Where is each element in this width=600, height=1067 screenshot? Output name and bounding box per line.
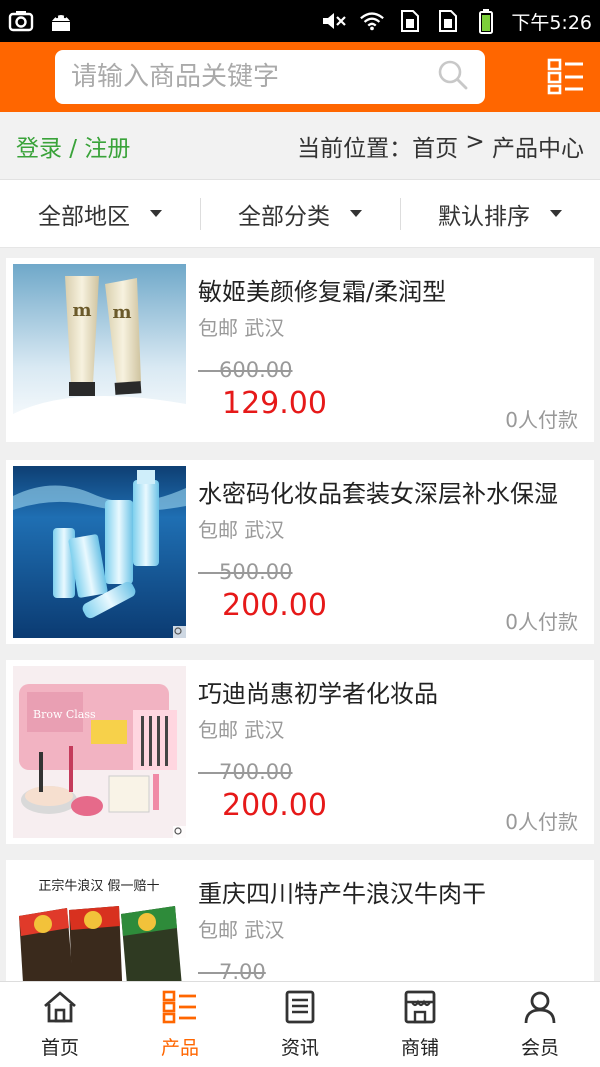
product-card[interactable]: 正宗牛浪汉 假一赔十 重庆四川特产牛浪汉牛肉干 包邮 武汉 —7.00 xyxy=(6,860,594,981)
sale-price: 200.00 xyxy=(222,588,327,623)
sale-price: 200.00 xyxy=(222,788,327,823)
breadcrumb-current: 产品中心 xyxy=(492,135,584,162)
brow-class-label: Brow Class xyxy=(33,708,96,721)
product-icon xyxy=(162,990,198,1029)
sale-price: 129.00 xyxy=(222,386,327,421)
menu-icon[interactable] xyxy=(546,56,586,96)
android-icon xyxy=(48,10,74,32)
nav-shop-label: 商铺 xyxy=(400,1036,439,1059)
product-meta: 包邮 武汉 xyxy=(198,718,285,742)
filter-sort-label: 默认排序 xyxy=(438,203,530,230)
sold-count: 0人付款 xyxy=(505,408,578,432)
product-card[interactable]: 水密码化妆品套装女深层补水保湿 包邮 武汉 —500.00 200.00 0人付… xyxy=(6,460,594,644)
original-price: —600.00 xyxy=(198,358,293,382)
filter-region[interactable]: 全部地区 xyxy=(0,180,200,247)
caret-down-icon xyxy=(350,210,362,217)
caret-down-icon xyxy=(150,210,162,217)
product-meta: 包邮 武汉 xyxy=(198,518,285,542)
sim1-icon xyxy=(397,10,423,32)
product-meta: 包邮 武汉 xyxy=(198,316,285,340)
search-input[interactable] xyxy=(71,62,437,92)
breadcrumb-separator: > xyxy=(458,128,492,155)
nav-shop[interactable]: 商铺 xyxy=(360,982,480,1067)
search-bar[interactable] xyxy=(55,50,485,104)
image-caption: 正宗牛浪汉 假一赔十 xyxy=(38,878,159,894)
filter-sort[interactable]: 默认排序 xyxy=(400,180,600,247)
product-list: m m 敏姬美颜修复霜/柔润型 包邮 武汉 —600.00 129.00 0人付… xyxy=(0,254,600,981)
news-icon xyxy=(283,990,317,1029)
product-title[interactable]: 巧迪尚惠初学者化妆品 xyxy=(198,674,438,709)
search-icon[interactable] xyxy=(437,59,469,95)
nav-products[interactable]: 产品 xyxy=(120,982,240,1067)
original-price: —700.00 xyxy=(198,760,293,784)
nav-news[interactable]: 资讯 xyxy=(240,982,360,1067)
breadcrumb-home[interactable]: 首页 xyxy=(412,129,458,163)
product-image[interactable]: Brow Class xyxy=(13,666,186,838)
product-image[interactable]: 正宗牛浪汉 假一赔十 xyxy=(13,866,186,981)
location-bar: 登录 / 注册 当前位置： 首页 > 产品中心 xyxy=(0,112,600,180)
app-screen: 下午5:26 登录 / 注册 当前位置： 首页 > 产品中心 xyxy=(0,0,600,1067)
product-image[interactable]: m m xyxy=(13,264,186,436)
nav-home-label: 首页 xyxy=(40,1036,79,1059)
filter-region-label: 全部地区 xyxy=(38,203,130,230)
shop-icon xyxy=(402,990,438,1029)
product-image[interactable] xyxy=(13,466,186,638)
product-title[interactable]: 水密码化妆品套装女深层补水保湿 xyxy=(198,474,558,509)
login-register-link[interactable]: 登录 / 注册 xyxy=(16,129,130,163)
sold-count: 0人付款 xyxy=(505,810,578,834)
caret-down-icon xyxy=(550,210,562,217)
nav-products-label: 产品 xyxy=(160,1036,199,1059)
bottom-nav: 首页 产品 资讯 商铺 会员 xyxy=(0,981,600,1067)
battery-icon xyxy=(473,9,499,34)
original-price: —500.00 xyxy=(198,560,293,584)
nav-member-label: 会员 xyxy=(520,1036,559,1059)
mute-icon xyxy=(321,10,347,32)
status-time: 下午5:26 xyxy=(511,11,592,34)
nav-news-label: 资讯 xyxy=(280,1036,319,1059)
original-price: —7.00 xyxy=(198,960,266,981)
sim2-icon xyxy=(435,10,461,32)
product-title[interactable]: 重庆四川特产牛浪汉牛肉干 xyxy=(198,874,486,909)
breadcrumb: 当前位置： 首页 > 产品中心 xyxy=(297,129,584,163)
home-icon xyxy=(42,990,78,1029)
product-meta: 包邮 武汉 xyxy=(198,918,285,942)
svg-text:m: m xyxy=(112,302,131,323)
filter-category[interactable]: 全部分类 xyxy=(200,180,400,247)
top-header xyxy=(0,42,600,112)
nav-home[interactable]: 首页 xyxy=(0,982,120,1067)
breadcrumb-prefix: 当前位置： xyxy=(297,135,413,162)
member-icon xyxy=(523,990,557,1029)
sold-count: 0人付款 xyxy=(505,610,578,634)
product-card[interactable]: m m 敏姬美颜修复霜/柔润型 包邮 武汉 —600.00 129.00 0人付… xyxy=(6,258,594,442)
filter-bar: 全部地区 全部分类 默认排序 xyxy=(0,180,600,248)
wifi-icon xyxy=(359,10,385,32)
product-card[interactable]: Brow Class 巧迪尚惠初学者化妆品 包邮 武汉 —700.00 200.… xyxy=(6,660,594,844)
filter-category-label: 全部分类 xyxy=(238,203,330,230)
nav-member[interactable]: 会员 xyxy=(480,982,600,1067)
product-title[interactable]: 敏姬美颜修复霜/柔润型 xyxy=(198,272,446,307)
screenshot-icon xyxy=(8,10,34,32)
status-bar: 下午5:26 xyxy=(0,0,600,42)
svg-text:m: m xyxy=(72,300,91,321)
